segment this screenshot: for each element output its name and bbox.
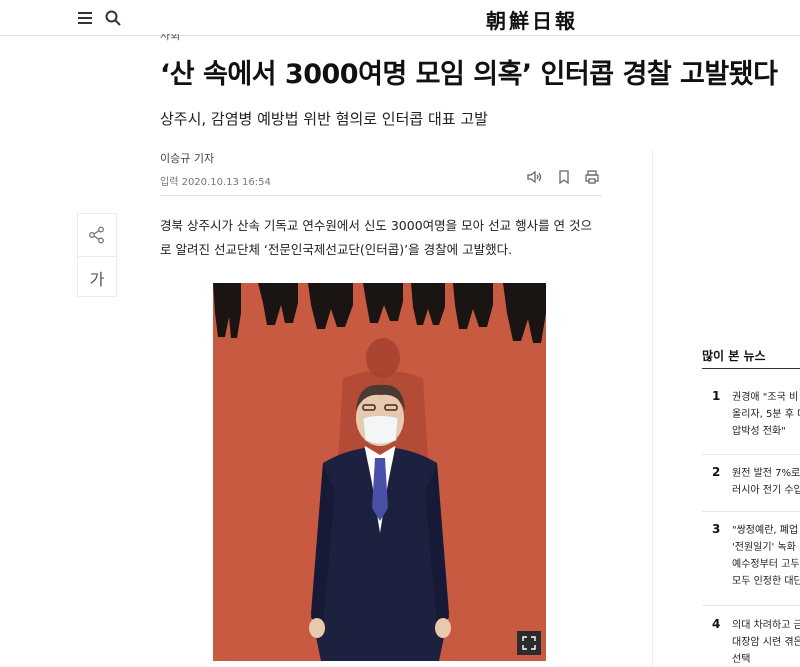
print-icon[interactable]: [583, 168, 601, 186]
column-divider: [652, 150, 653, 667]
newspaper-logo[interactable]: 朝鮮日報: [486, 5, 578, 34]
rank-number: 4: [712, 617, 721, 631]
top-bar: 朝鮮日報: [0, 0, 800, 36]
rank-number: 3: [712, 522, 721, 536]
popular-news-text: "쌍정예란, 폐업 '전원일기' 녹화 예수정부터 고두 모두 인정한 대단: [732, 522, 800, 590]
rank-number: 1: [712, 389, 721, 403]
text-line: 의대 차려하고 금: [732, 620, 800, 631]
text-line: 대장암 시련 겪은: [732, 637, 800, 648]
popular-separator: [702, 605, 800, 606]
text-line: 예수정부터 고두: [732, 559, 800, 570]
expand-icon: [522, 636, 536, 650]
popular-news-item[interactable]: 1 권경애 "조국 비 올리자, 5분 후 대 압박성 전화": [702, 389, 800, 445]
body-line: 경북 상주시가 산속 기독교 연수원에서 신도 3000여명을 모아 선교 행사…: [160, 218, 593, 233]
text-line: "쌍정예란, 폐업: [732, 525, 799, 536]
text-line: 러시아 전기 수입: [732, 485, 800, 496]
text-line: 원전 발전 7%로: [732, 468, 800, 479]
article-body: 경북 상주시가 산속 기독교 연수원에서 신도 3000여명을 모아 선교 행사…: [160, 214, 608, 262]
article-subheadline: 상주시, 감염병 예방법 위반 혐의로 인터콥 대표 고발: [160, 110, 488, 128]
search-icon[interactable]: [104, 9, 122, 27]
byline-divider: [160, 195, 602, 196]
text-line: 권경애 "조국 비: [732, 392, 799, 403]
text-line: '전원일기' 녹화: [732, 542, 796, 553]
popular-news-item[interactable]: 4 의대 차려하고 금 대장암 시련 겪은 선택: [702, 617, 800, 667]
article-headline: ‘산 속에서 3000여명 모임 의혹’ 인터콥 경찰 고발됐다: [160, 59, 778, 90]
share-icon: [89, 226, 104, 244]
popular-news-text: 권경애 "조국 비 올리자, 5분 후 대 압박성 전화": [732, 389, 800, 440]
text-line: 선택: [732, 654, 751, 665]
article-illustration[interactable]: [213, 283, 546, 661]
popular-news-title: 많이 본 뉴스: [702, 349, 766, 363]
popular-news-text: 의대 차려하고 금 대장암 시련 겪은 선택: [732, 617, 800, 667]
popular-separator: [702, 454, 800, 455]
font-size-button[interactable]: 가: [78, 256, 116, 298]
text-line: 모두 인정한 대단: [732, 576, 800, 587]
author-byline[interactable]: 이승규 기자: [160, 150, 214, 166]
popular-separator: [702, 511, 800, 512]
text-line: 올리자, 5분 후 대: [732, 409, 800, 420]
expand-image-button[interactable]: [517, 631, 541, 655]
share-button[interactable]: [78, 214, 116, 256]
text-line: 압박성 전화": [732, 426, 786, 437]
share-rail: 가: [77, 213, 117, 297]
popular-news-text: 원전 발전 7%로 러시아 전기 수입: [732, 465, 800, 499]
body-line: 로 알려진 선교단체 ‘전문인국제선교단(인터콥)’을 경찰에 고발했다.: [160, 242, 513, 257]
popular-news-item[interactable]: 3 "쌍정예란, 폐업 '전원일기' 녹화 예수정부터 고두 모두 인정한 대단: [702, 522, 800, 596]
publish-date: 입력 2020.10.13 16:54: [160, 177, 271, 188]
section-label[interactable]: 사회: [160, 34, 180, 42]
popular-news-item[interactable]: 2 원전 발전 7%로 러시아 전기 수입: [702, 465, 800, 505]
speaker-icon[interactable]: [525, 168, 543, 186]
rank-number: 2: [712, 465, 721, 479]
popular-news-rule: [702, 368, 800, 369]
illustration-art: [213, 283, 546, 661]
hamburger-menu-icon[interactable]: [78, 12, 92, 24]
bookmark-icon[interactable]: [555, 168, 573, 186]
